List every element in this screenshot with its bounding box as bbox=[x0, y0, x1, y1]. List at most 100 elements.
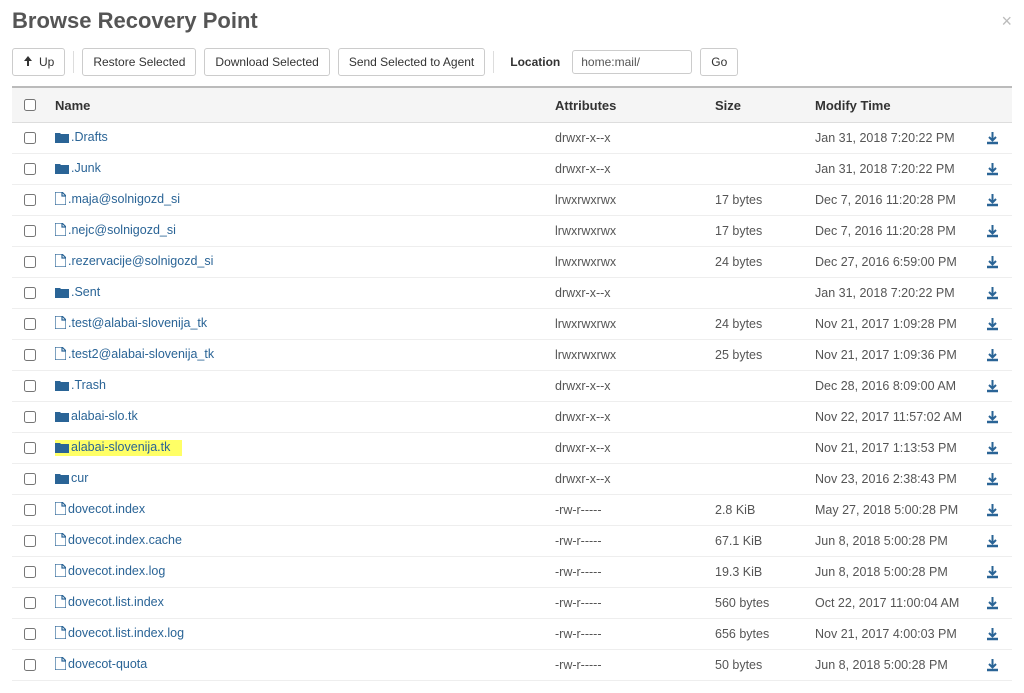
modify-cell: Jan 31, 2018 7:20:22 PM bbox=[807, 154, 978, 185]
attributes-cell: -rw-r----- bbox=[547, 495, 707, 526]
row-checkbox[interactable] bbox=[24, 318, 36, 330]
row-checkbox[interactable] bbox=[24, 256, 36, 268]
download-icon[interactable] bbox=[986, 380, 1004, 393]
download-icon[interactable] bbox=[986, 628, 1004, 641]
select-all-checkbox[interactable] bbox=[24, 99, 36, 111]
file-name-link[interactable]: .rezervacije@solnigozd_si bbox=[68, 254, 213, 268]
download-icon[interactable] bbox=[986, 535, 1004, 548]
file-name-link[interactable]: dovecot.index bbox=[68, 502, 145, 516]
row-checkbox[interactable] bbox=[24, 535, 36, 547]
file-name-link[interactable]: .Trash bbox=[71, 378, 106, 392]
download-icon[interactable] bbox=[986, 597, 1004, 610]
download-icon[interactable] bbox=[986, 287, 1004, 300]
attributes-cell: -rw-r----- bbox=[547, 650, 707, 681]
file-name-link[interactable]: .test@alabai-slovenija_tk bbox=[68, 316, 207, 330]
row-checkbox[interactable] bbox=[24, 194, 36, 206]
table-row: dovecot.index -rw-r-----2.8 KiBMay 27, 20… bbox=[12, 495, 1012, 526]
download-icon[interactable] bbox=[986, 256, 1004, 269]
row-checkbox[interactable] bbox=[24, 473, 36, 485]
row-checkbox[interactable] bbox=[24, 566, 36, 578]
file-name-link[interactable]: .test2@alabai-slovenija_tk bbox=[68, 347, 214, 361]
row-checkbox[interactable] bbox=[24, 628, 36, 640]
file-icon bbox=[55, 254, 66, 270]
folder-icon bbox=[55, 163, 69, 177]
download-icon[interactable] bbox=[986, 225, 1004, 238]
file-icon bbox=[55, 223, 66, 239]
file-name-link[interactable]: alabai-slovenija.tk bbox=[71, 440, 170, 454]
modify-cell: Oct 22, 2017 11:00:04 AM bbox=[807, 588, 978, 619]
size-cell: 19.3 KiB bbox=[707, 557, 807, 588]
download-icon[interactable] bbox=[986, 132, 1004, 145]
file-name-link[interactable]: .maja@solnigozd_si bbox=[68, 192, 180, 206]
separator bbox=[73, 51, 74, 73]
download-icon[interactable] bbox=[986, 659, 1004, 672]
row-checkbox[interactable] bbox=[24, 504, 36, 516]
file-name-link[interactable]: dovecot-quota bbox=[68, 657, 147, 671]
attributes-cell: lrwxrwxrwx bbox=[547, 247, 707, 278]
attributes-cell: drwxr-x--x bbox=[547, 464, 707, 495]
row-checkbox[interactable] bbox=[24, 442, 36, 454]
row-checkbox[interactable] bbox=[24, 163, 36, 175]
download-icon[interactable] bbox=[986, 566, 1004, 579]
file-name-link[interactable]: dovecot.index.log bbox=[68, 564, 165, 578]
download-icon[interactable] bbox=[986, 194, 1004, 207]
location-input[interactable] bbox=[572, 50, 692, 74]
attributes-cell: drwxr-x--x bbox=[547, 402, 707, 433]
table-row: .Sentdrwxr-x--xJan 31, 2018 7:20:22 PM bbox=[12, 278, 1012, 309]
col-actions bbox=[978, 87, 1012, 123]
table-row: .Junkdrwxr-x--xJan 31, 2018 7:20:22 PM bbox=[12, 154, 1012, 185]
row-checkbox[interactable] bbox=[24, 597, 36, 609]
modify-cell: Nov 21, 2017 1:09:36 PM bbox=[807, 340, 978, 371]
size-cell: 2.8 KiB bbox=[707, 495, 807, 526]
col-attributes[interactable]: Attributes bbox=[547, 87, 707, 123]
file-name-link[interactable]: cur bbox=[71, 471, 88, 485]
send-selected-button[interactable]: Send Selected to Agent bbox=[338, 48, 485, 76]
modify-cell: Nov 21, 2017 1:09:28 PM bbox=[807, 309, 978, 340]
file-name-link[interactable]: dovecot.list.index.log bbox=[68, 626, 184, 640]
restore-selected-button[interactable]: Restore Selected bbox=[82, 48, 196, 76]
file-name-link[interactable]: .nejc@solnigozd_si bbox=[68, 223, 176, 237]
col-modify[interactable]: Modify Time bbox=[807, 87, 978, 123]
file-name-link[interactable]: .Drafts bbox=[71, 130, 108, 144]
size-cell bbox=[707, 402, 807, 433]
modify-cell: Nov 23, 2016 2:38:43 PM bbox=[807, 464, 978, 495]
up-button[interactable]: Up bbox=[12, 48, 65, 76]
row-checkbox[interactable] bbox=[24, 659, 36, 671]
download-icon[interactable] bbox=[986, 473, 1004, 486]
size-cell bbox=[707, 371, 807, 402]
file-name-link[interactable]: dovecot.list.index bbox=[68, 595, 164, 609]
folder-icon bbox=[55, 411, 69, 425]
attributes-cell: -rw-r----- bbox=[547, 588, 707, 619]
file-name-link[interactable]: .Junk bbox=[71, 161, 101, 175]
file-icon bbox=[55, 316, 66, 332]
table-row: dovecot.index.log-rw-r-----19.3 KiBJun 8… bbox=[12, 557, 1012, 588]
size-cell: 656 bytes bbox=[707, 619, 807, 650]
file-name-link[interactable]: alabai-slo.tk bbox=[71, 409, 138, 423]
row-checkbox[interactable] bbox=[24, 132, 36, 144]
table-row: cur drwxr-x--x Nov 23, 2016 2:38:43 PM bbox=[12, 464, 1012, 495]
size-cell: 67.1 KiB bbox=[707, 526, 807, 557]
row-checkbox[interactable] bbox=[24, 349, 36, 361]
row-checkbox[interactable] bbox=[24, 411, 36, 423]
attributes-cell: lrwxrwxrwx bbox=[547, 216, 707, 247]
file-name-link[interactable]: dovecot.index.cache bbox=[68, 533, 182, 547]
download-icon[interactable] bbox=[986, 163, 1004, 176]
row-checkbox[interactable] bbox=[24, 225, 36, 237]
col-size[interactable]: Size bbox=[707, 87, 807, 123]
row-checkbox[interactable] bbox=[24, 287, 36, 299]
go-button[interactable]: Go bbox=[700, 48, 738, 76]
download-icon[interactable] bbox=[986, 442, 1004, 455]
folder-icon bbox=[55, 442, 69, 456]
download-selected-button[interactable]: Download Selected bbox=[204, 48, 329, 76]
file-name-link[interactable]: .Sent bbox=[71, 285, 100, 299]
download-icon[interactable] bbox=[986, 411, 1004, 424]
download-icon[interactable] bbox=[986, 349, 1004, 362]
size-cell bbox=[707, 433, 807, 464]
row-checkbox[interactable] bbox=[24, 380, 36, 392]
close-icon[interactable]: × bbox=[1001, 12, 1012, 30]
col-name[interactable]: Name bbox=[47, 87, 547, 123]
file-icon bbox=[55, 657, 66, 673]
download-icon[interactable] bbox=[986, 318, 1004, 331]
download-icon[interactable] bbox=[986, 504, 1004, 517]
modify-cell: May 27, 2018 5:00:28 PM bbox=[807, 495, 978, 526]
